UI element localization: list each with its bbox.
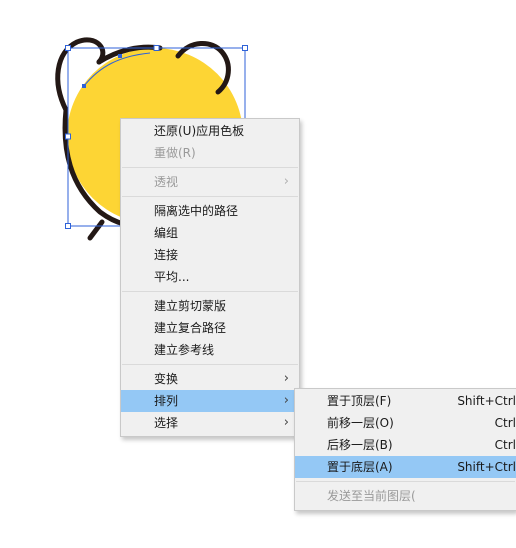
chevron-right-icon: › bbox=[283, 393, 289, 408]
submenu-item-send-to-current-layer: 发送至当前图层( bbox=[295, 485, 516, 507]
menu-item-label: 选择 bbox=[154, 416, 179, 430]
menu-item-make-compound-path[interactable]: 建立复合路径 bbox=[121, 317, 299, 339]
menu-separator bbox=[122, 364, 298, 365]
handle-bl[interactable] bbox=[65, 223, 71, 229]
menu-item-undo[interactable]: 还原(U)应用色板 bbox=[121, 120, 299, 142]
menu-separator bbox=[296, 481, 515, 482]
menu-item-arrange[interactable]: 排列 › bbox=[121, 390, 299, 412]
menu-item-label: 建立复合路径 bbox=[154, 321, 227, 335]
menu-item-label: 重做(R) bbox=[154, 146, 196, 160]
submenu-item-bring-to-front[interactable]: 置于顶层(F) Shift+Ctrl bbox=[295, 390, 516, 412]
handle-ml[interactable] bbox=[65, 133, 71, 140]
menu-item-join[interactable]: 连接 bbox=[121, 244, 299, 266]
menu-item-label: 置于底层(A) bbox=[327, 460, 393, 474]
anchor-point[interactable] bbox=[82, 84, 86, 88]
menu-item-label: 置于顶层(F) bbox=[327, 394, 392, 408]
menu-item-label: 后移一层(B) bbox=[327, 438, 393, 452]
handle-tr[interactable] bbox=[242, 45, 248, 51]
menu-item-label: 排列 bbox=[154, 394, 179, 408]
menu-item-group[interactable]: 编组 bbox=[121, 222, 299, 244]
chevron-right-icon: › bbox=[283, 371, 289, 386]
menu-item-label: 变换 bbox=[154, 372, 179, 386]
anchor-point[interactable] bbox=[118, 54, 122, 58]
menu-item-label: 透视 bbox=[154, 175, 179, 189]
menu-separator bbox=[122, 167, 298, 168]
chevron-right-icon: › bbox=[283, 174, 289, 189]
menu-item-shortcut: Ctrl bbox=[494, 416, 516, 430]
menu-separator bbox=[122, 196, 298, 197]
menu-item-label: 隔离选中的路径 bbox=[154, 204, 239, 218]
menu-item-label: 编组 bbox=[154, 226, 179, 240]
menu-item-average[interactable]: 平均... bbox=[121, 266, 299, 288]
menu-item-perspective: 透视 › bbox=[121, 171, 299, 193]
menu-item-label: 建立剪切蒙版 bbox=[154, 299, 227, 313]
submenu-item-send-backward[interactable]: 后移一层(B) Ctrl bbox=[295, 434, 516, 456]
menu-separator bbox=[122, 291, 298, 292]
menu-item-shortcut: Ctrl bbox=[494, 438, 516, 452]
chin-outline bbox=[87, 219, 105, 241]
menu-item-make-guides[interactable]: 建立参考线 bbox=[121, 339, 299, 361]
menu-item-label: 建立参考线 bbox=[154, 343, 215, 357]
menu-item-label: 还原(U)应用色板 bbox=[154, 124, 245, 138]
submenu-item-bring-forward[interactable]: 前移一层(O) Ctrl bbox=[295, 412, 516, 434]
submenu-item-send-to-back[interactable]: 置于底层(A) Shift+Ctrl bbox=[295, 456, 516, 478]
menu-item-isolate-path[interactable]: 隔离选中的路径 bbox=[121, 200, 299, 222]
menu-item-shortcut: Shift+Ctrl bbox=[457, 460, 516, 474]
arrange-submenu: 置于顶层(F) Shift+Ctrl 前移一层(O) Ctrl 后移一层(B) … bbox=[294, 388, 516, 511]
menu-item-select[interactable]: 选择 › bbox=[121, 412, 299, 434]
menu-item-transform[interactable]: 变换 › bbox=[121, 368, 299, 390]
chevron-right-icon: › bbox=[283, 415, 289, 430]
menu-item-label: 连接 bbox=[154, 248, 179, 262]
handle-tl[interactable] bbox=[65, 45, 71, 51]
menu-item-label: 平均... bbox=[154, 270, 190, 284]
menu-item-shortcut: Shift+Ctrl bbox=[457, 394, 516, 408]
menu-item-label: 前移一层(O) bbox=[327, 416, 394, 430]
menu-item-make-clipping-mask[interactable]: 建立剪切蒙版 bbox=[121, 295, 299, 317]
handle-tm[interactable] bbox=[153, 45, 160, 51]
menu-item-label: 发送至当前图层( bbox=[327, 489, 416, 503]
menu-item-redo: 重做(R) bbox=[121, 142, 299, 164]
context-menu: 还原(U)应用色板 重做(R) 透视 › 隔离选中的路径 编组 连接 平均...… bbox=[120, 118, 300, 437]
